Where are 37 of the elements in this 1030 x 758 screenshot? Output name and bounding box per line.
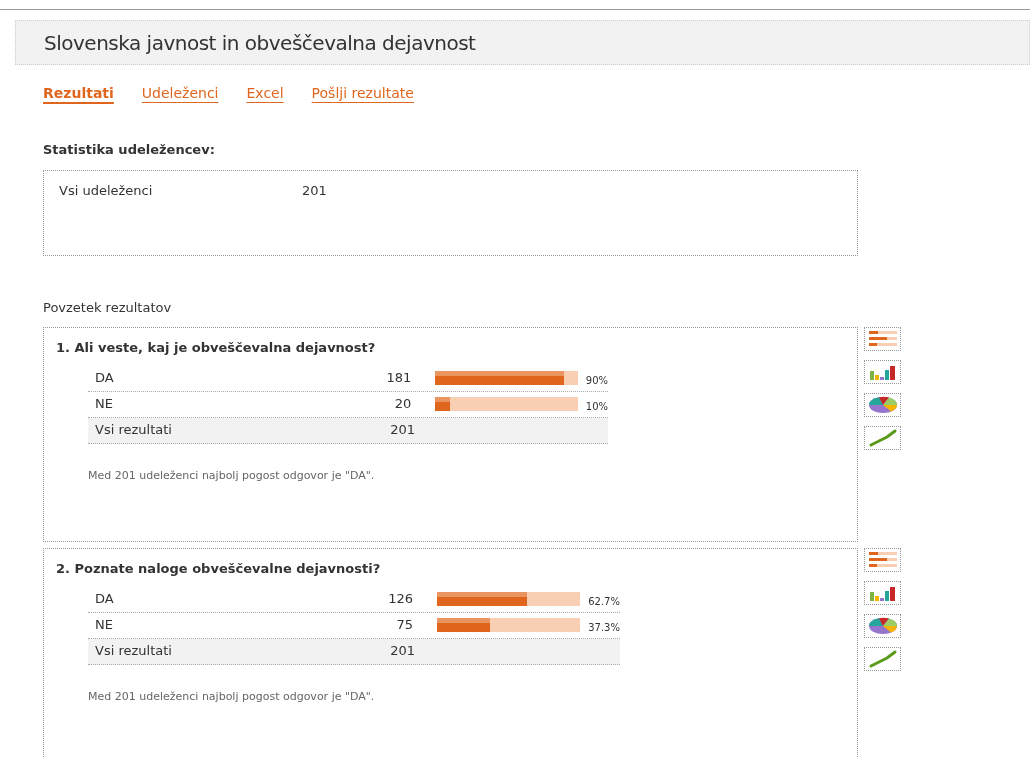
answer-percent: 10% — [585, 399, 608, 414]
bar-list-icon[interactable] — [864, 548, 901, 572]
bar-list-icon[interactable] — [864, 327, 901, 351]
answer-count: 126 — [387, 590, 414, 609]
question-title: 2. Poznate naloge obveščevalne dejavnosti? — [56, 560, 382, 578]
total-count: 201 — [389, 421, 415, 440]
line-chart-icon[interactable] — [864, 426, 901, 450]
answer-label: DA — [95, 590, 115, 609]
column-chart-icon[interactable] — [864, 581, 901, 605]
answer-label: DA — [95, 369, 115, 388]
nav-tab[interactable]: Excel — [246, 83, 284, 104]
pie-chart-icon[interactable] — [864, 614, 901, 638]
nav-tab[interactable]: Rezultati — [43, 83, 114, 104]
question-title: 1. Ali veste, kaj je obveščevalna dejavnost? — [56, 339, 377, 357]
answer-percent: 62.7% — [588, 594, 620, 609]
total-label: Vsi rezultati — [95, 642, 173, 661]
pie-chart-icon[interactable] — [864, 393, 901, 417]
column-chart-icon[interactable] — [864, 360, 901, 384]
total-label: Vsi rezultati — [95, 421, 173, 440]
answer-percent: 90% — [585, 373, 608, 388]
result-note: Med 201 udeleženci najbolj pogost odgovor je "DA". — [88, 688, 376, 705]
result-note: Med 201 udeleženci najbolj pogost odgovor je "DA". — [88, 467, 376, 484]
answer-count: 20 — [393, 395, 412, 414]
stat-value: 201 — [302, 181, 327, 200]
answer-count: 181 — [385, 369, 412, 388]
answer-count: 75 — [395, 616, 414, 635]
line-chart-icon[interactable] — [864, 647, 901, 671]
answer-percent: 37.3% — [588, 620, 620, 635]
answer-label: NE — [95, 395, 114, 414]
total-count: 201 — [389, 642, 415, 661]
section-heading: Statistika udeležencev: — [43, 141, 216, 159]
stat-label: Vsi udeleženci — [59, 181, 154, 200]
answer-label: NE — [95, 616, 114, 635]
section-heading: Povzetek rezultatov — [43, 298, 173, 317]
nav-tab[interactable]: Pošlji rezultate — [311, 83, 414, 104]
page-title: Slovenska javnost in obveščevalna dejavnost — [44, 29, 476, 57]
nav-tab[interactable]: Udeleženci — [141, 83, 219, 104]
